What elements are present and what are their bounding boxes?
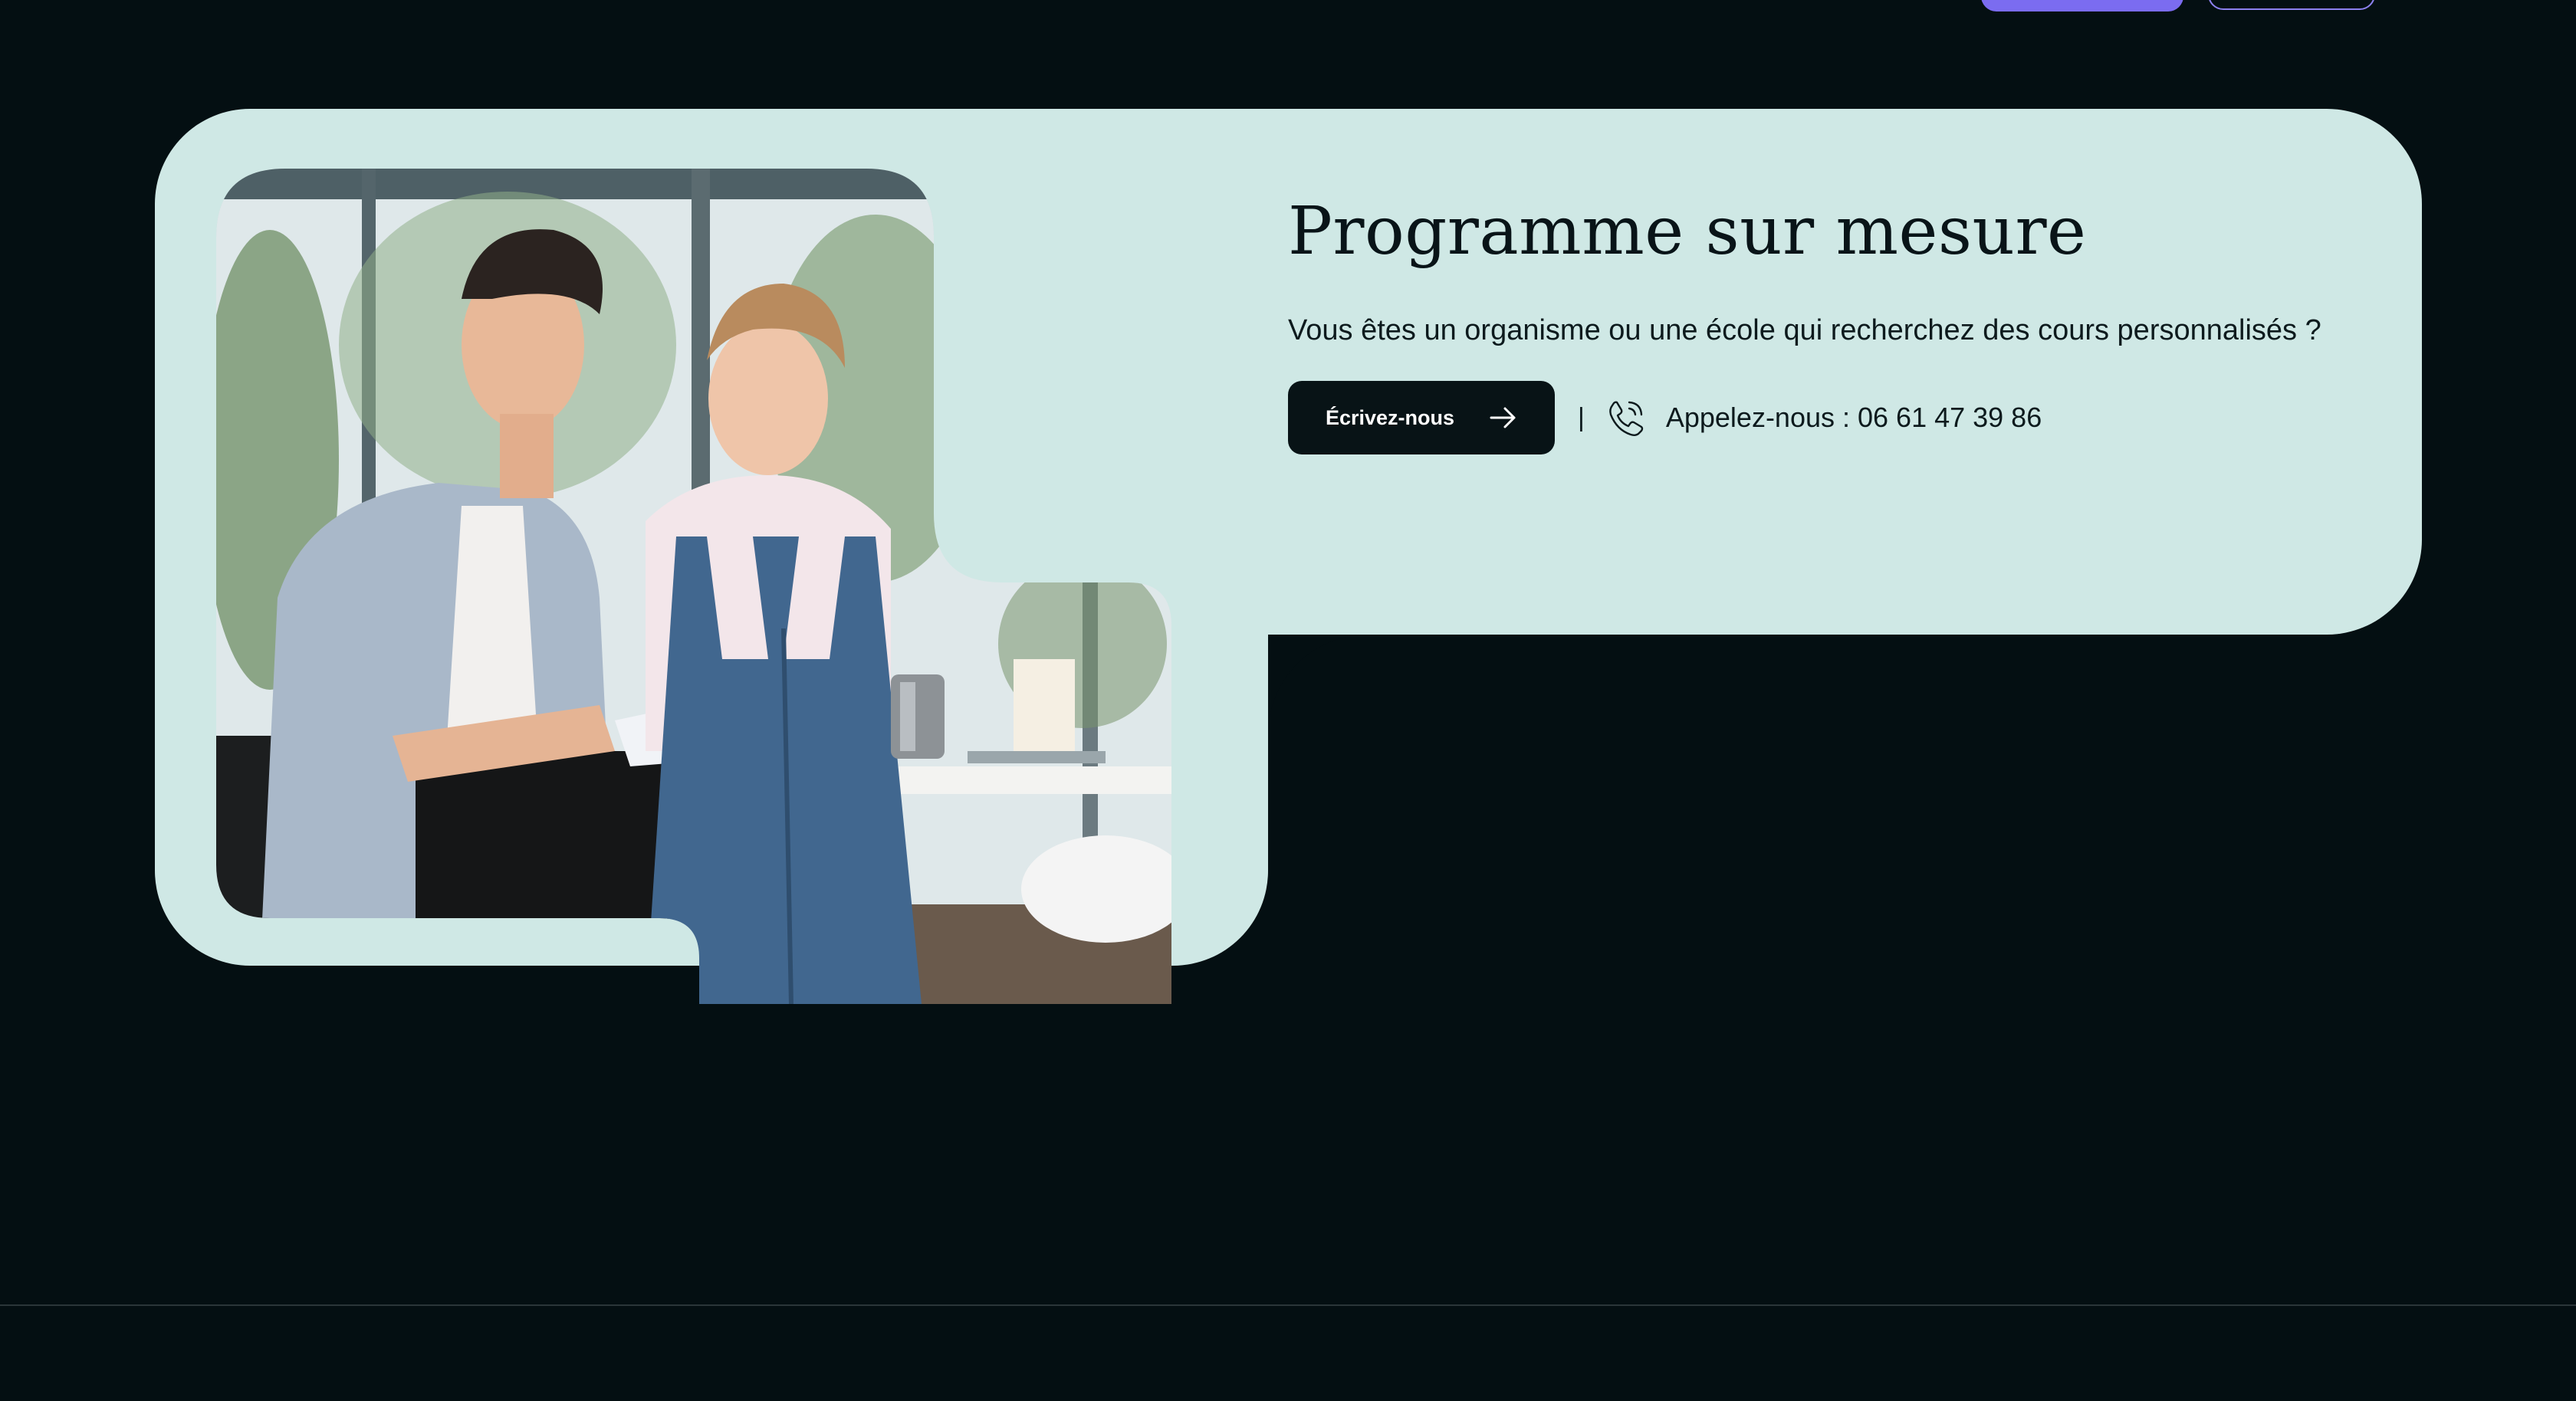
footer-divider <box>0 1304 2576 1306</box>
section-title: Programme sur mesure <box>1288 193 2087 270</box>
contact-separator: | <box>1578 402 1585 432</box>
phone-ringing-icon <box>1606 398 1646 438</box>
write-to-us-label: Écrivez-nous <box>1325 405 1455 429</box>
call-us-link[interactable]: Appelez-nous : 06 61 47 39 86 <box>1666 402 2042 434</box>
section-subtitle: Vous êtes un organisme ou une école qui … <box>1288 314 2321 346</box>
header-primary-button[interactable] <box>1981 0 2183 11</box>
header-secondary-button[interactable] <box>2208 0 2375 10</box>
write-to-us-button[interactable]: Écrivez-nous <box>1288 381 1555 454</box>
arrow-right-icon <box>1490 406 1517 429</box>
card-corner-cutout <box>1268 635 1368 734</box>
contact-actions: Écrivez-nous | Appelez-nous : 06 61 47 3… <box>1288 381 2042 454</box>
